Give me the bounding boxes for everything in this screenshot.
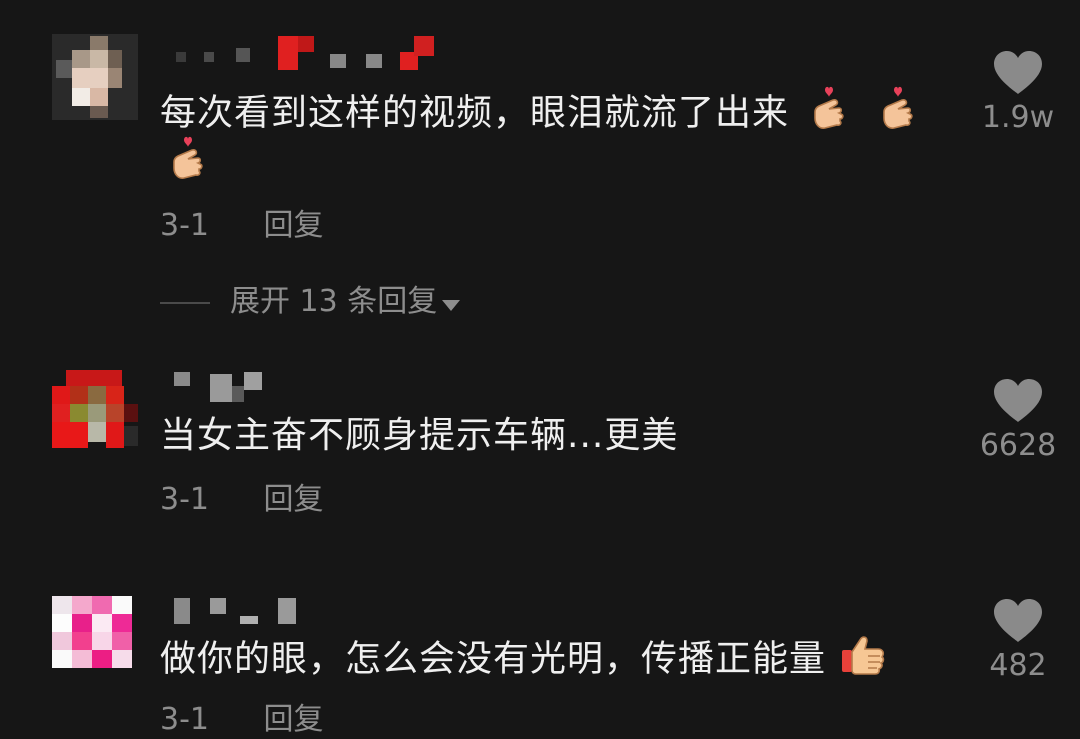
comment-meta: 3-1 回复 <box>160 694 324 738</box>
reply-button[interactable]: 回复 <box>264 200 324 244</box>
comment-item: 当女主奋不顾身提示车辆...更美 3-1 回复 6628 <box>0 360 1080 540</box>
username-redacted[interactable] <box>160 590 310 626</box>
comment-text-content: 当女主奋不顾身提示车辆...更美 <box>160 415 679 456</box>
thumbs-up-icon <box>840 632 886 689</box>
comment-meta: 3-1 回复 <box>160 200 324 244</box>
like-count: 1.9w <box>981 100 1055 135</box>
reply-button[interactable]: 回复 <box>264 694 324 738</box>
avatar[interactable] <box>52 590 138 676</box>
comment-date: 3-1 <box>160 208 209 243</box>
comment-text-content: 做你的眼，怎么会没有光明，传播正能量 <box>160 638 827 680</box>
heart-icon[interactable] <box>992 50 1044 96</box>
comment-text: 每次看到这样的视频，眼泪就流了出来 <box>160 84 918 145</box>
username-redacted[interactable] <box>160 366 280 402</box>
expand-replies-label: 展开 13 条回复 <box>230 284 438 319</box>
comment-text: 当女主奋不顾身提示车辆...更美 <box>160 412 678 460</box>
heart-icon[interactable] <box>992 598 1044 644</box>
like-button[interactable]: 6628 <box>956 378 1080 463</box>
caret-down-icon <box>441 285 461 320</box>
like-button[interactable]: 482 <box>956 598 1080 683</box>
like-count: 6628 <box>979 428 1057 463</box>
avatar[interactable] <box>52 366 138 452</box>
expand-replies-button[interactable]: 展开 13 条回复 <box>160 276 461 320</box>
avatar[interactable] <box>52 34 138 120</box>
username-redacted[interactable] <box>160 34 450 70</box>
finger-heart-icon <box>878 84 918 145</box>
comment-item: 做你的眼，怎么会没有光明，传播正能量 3-1 回复 482 <box>0 584 1080 739</box>
comment-date: 3-1 <box>160 482 209 517</box>
comment-meta: 3-1 回复 <box>160 474 324 518</box>
like-button[interactable]: 1.9w <box>956 50 1080 135</box>
comment-text: 做你的眼，怎么会没有光明，传播正能量 <box>160 632 886 689</box>
divider-line <box>160 301 210 304</box>
comment-date: 3-1 <box>160 702 209 737</box>
reply-button[interactable]: 回复 <box>264 474 324 518</box>
like-count: 482 <box>989 648 1047 683</box>
heart-icon[interactable] <box>992 378 1044 424</box>
finger-heart-icon <box>168 134 208 186</box>
finger-heart-icon <box>809 84 849 145</box>
comment-text-content: 每次看到这样的视频，眼泪就流了出来 <box>160 92 790 134</box>
emoji-line <box>168 134 208 186</box>
